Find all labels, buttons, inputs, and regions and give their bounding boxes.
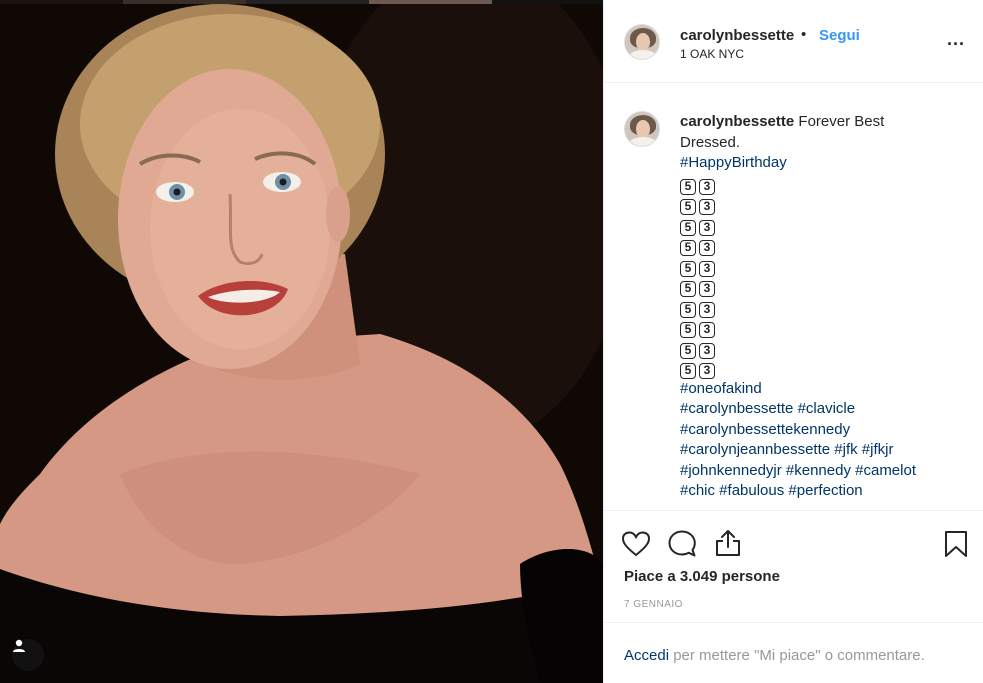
keycap-5-icon: 5 [680, 342, 696, 359]
login-link[interactable]: Accedi [624, 647, 669, 664]
keycap-row: 53 [680, 235, 970, 256]
keycap-5-icon: 5 [680, 363, 696, 379]
bookmark-icon[interactable] [944, 530, 968, 558]
keycap-row: 53 [680, 174, 970, 195]
keycap-row: 53 [680, 276, 970, 297]
keycap-3-icon: 3 [699, 342, 715, 359]
keycap-row: 53 [680, 297, 970, 318]
hashtag-line[interactable]: #carolynjeannbessette #jfk #jfkjr [680, 440, 970, 461]
portrait-illustration [0, 4, 603, 683]
post-actions: Piace a 3.049 persone 7 GENNAIO [604, 510, 983, 630]
post-caption: carolynbessette Forever Best Dressed. #H… [680, 112, 970, 510]
login-prompt-rest: per mettere "Mi piace" o commentare. [669, 647, 925, 664]
keycap-5-icon: 5 [680, 199, 696, 215]
caption-username[interactable]: carolynbessette [680, 113, 794, 130]
keycap-5-icon: 5 [680, 178, 696, 195]
keycap-emoji-block: 53535353535353535353 [680, 174, 970, 379]
post-photo[interactable] [0, 4, 603, 683]
comment-icon[interactable] [668, 530, 696, 558]
keycap-row: 53 [680, 194, 970, 215]
keycap-3-icon: 3 [699, 301, 715, 318]
post-sidebar: carolynbessette • Segui 1 OAK NYC ... ca… [603, 0, 983, 683]
keycap-row: 53 [680, 358, 970, 379]
caption-avatar[interactable] [624, 111, 660, 147]
caption-text-line1: Forever Best [794, 113, 885, 130]
hashtag-line[interactable]: #johnkennedyjr #kennedy #camelot [680, 461, 970, 482]
keycap-3-icon: 3 [699, 322, 715, 338]
keycap-3-icon: 3 [699, 178, 715, 195]
keycap-5-icon: 5 [680, 301, 696, 318]
hashtag-line[interactable]: #oneofakind [680, 379, 970, 400]
hashtag-line[interactable]: #carolynbessette #clavicle [680, 399, 970, 420]
keycap-5-icon: 5 [680, 281, 696, 297]
keycap-3-icon: 3 [699, 219, 715, 236]
likes-count[interactable]: Piace a 3.049 persone [624, 568, 780, 585]
keycap-3-icon: 3 [699, 363, 715, 379]
login-prompt-text: Accedi per mettere "Mi piace" o commenta… [624, 647, 925, 664]
hashtag-line[interactable]: #chic #fabulous #perfection [680, 481, 970, 502]
tagged-user-button[interactable] [12, 639, 44, 671]
keycap-row: 53 [680, 338, 970, 359]
caption-text-line2: Dressed. [680, 133, 741, 151]
login-prompt: Accedi per mettere "Mi piace" o commenta… [604, 622, 983, 683]
keycap-3-icon: 3 [699, 240, 715, 256]
hashtag-line[interactable]: #carolynbessettekennedy [680, 420, 970, 441]
heart-icon[interactable] [622, 531, 650, 557]
keycap-3-icon: 3 [699, 260, 715, 277]
post-header: carolynbessette • Segui 1 OAK NYC ... [604, 0, 983, 83]
keycap-5-icon: 5 [680, 219, 696, 236]
keycap-3-icon: 3 [699, 281, 715, 297]
keycap-5-icon: 5 [680, 322, 696, 338]
user-icon [13, 639, 25, 652]
post-date[interactable]: 7 GENNAIO [624, 599, 683, 610]
hashtag-happybirthday[interactable]: #HappyBirthday [680, 153, 970, 174]
keycap-row: 53 [680, 215, 970, 236]
author-username[interactable]: carolynbessette [680, 27, 794, 44]
author-avatar[interactable] [624, 24, 660, 60]
more-options-icon[interactable]: ... [947, 29, 965, 50]
keycap-3-icon: 3 [699, 199, 715, 215]
keycap-row: 53 [680, 317, 970, 338]
separator-dot: • [801, 26, 807, 43]
keycap-5-icon: 5 [680, 240, 696, 256]
keycap-5-icon: 5 [680, 260, 696, 277]
hashtag-list: #oneofakind #carolynbessette #clavicle #ca… [680, 379, 970, 502]
follow-button[interactable]: Segui [819, 27, 860, 44]
share-icon[interactable] [714, 529, 742, 557]
keycap-row: 53 [680, 256, 970, 277]
location-link[interactable]: 1 OAK NYC [680, 47, 744, 61]
